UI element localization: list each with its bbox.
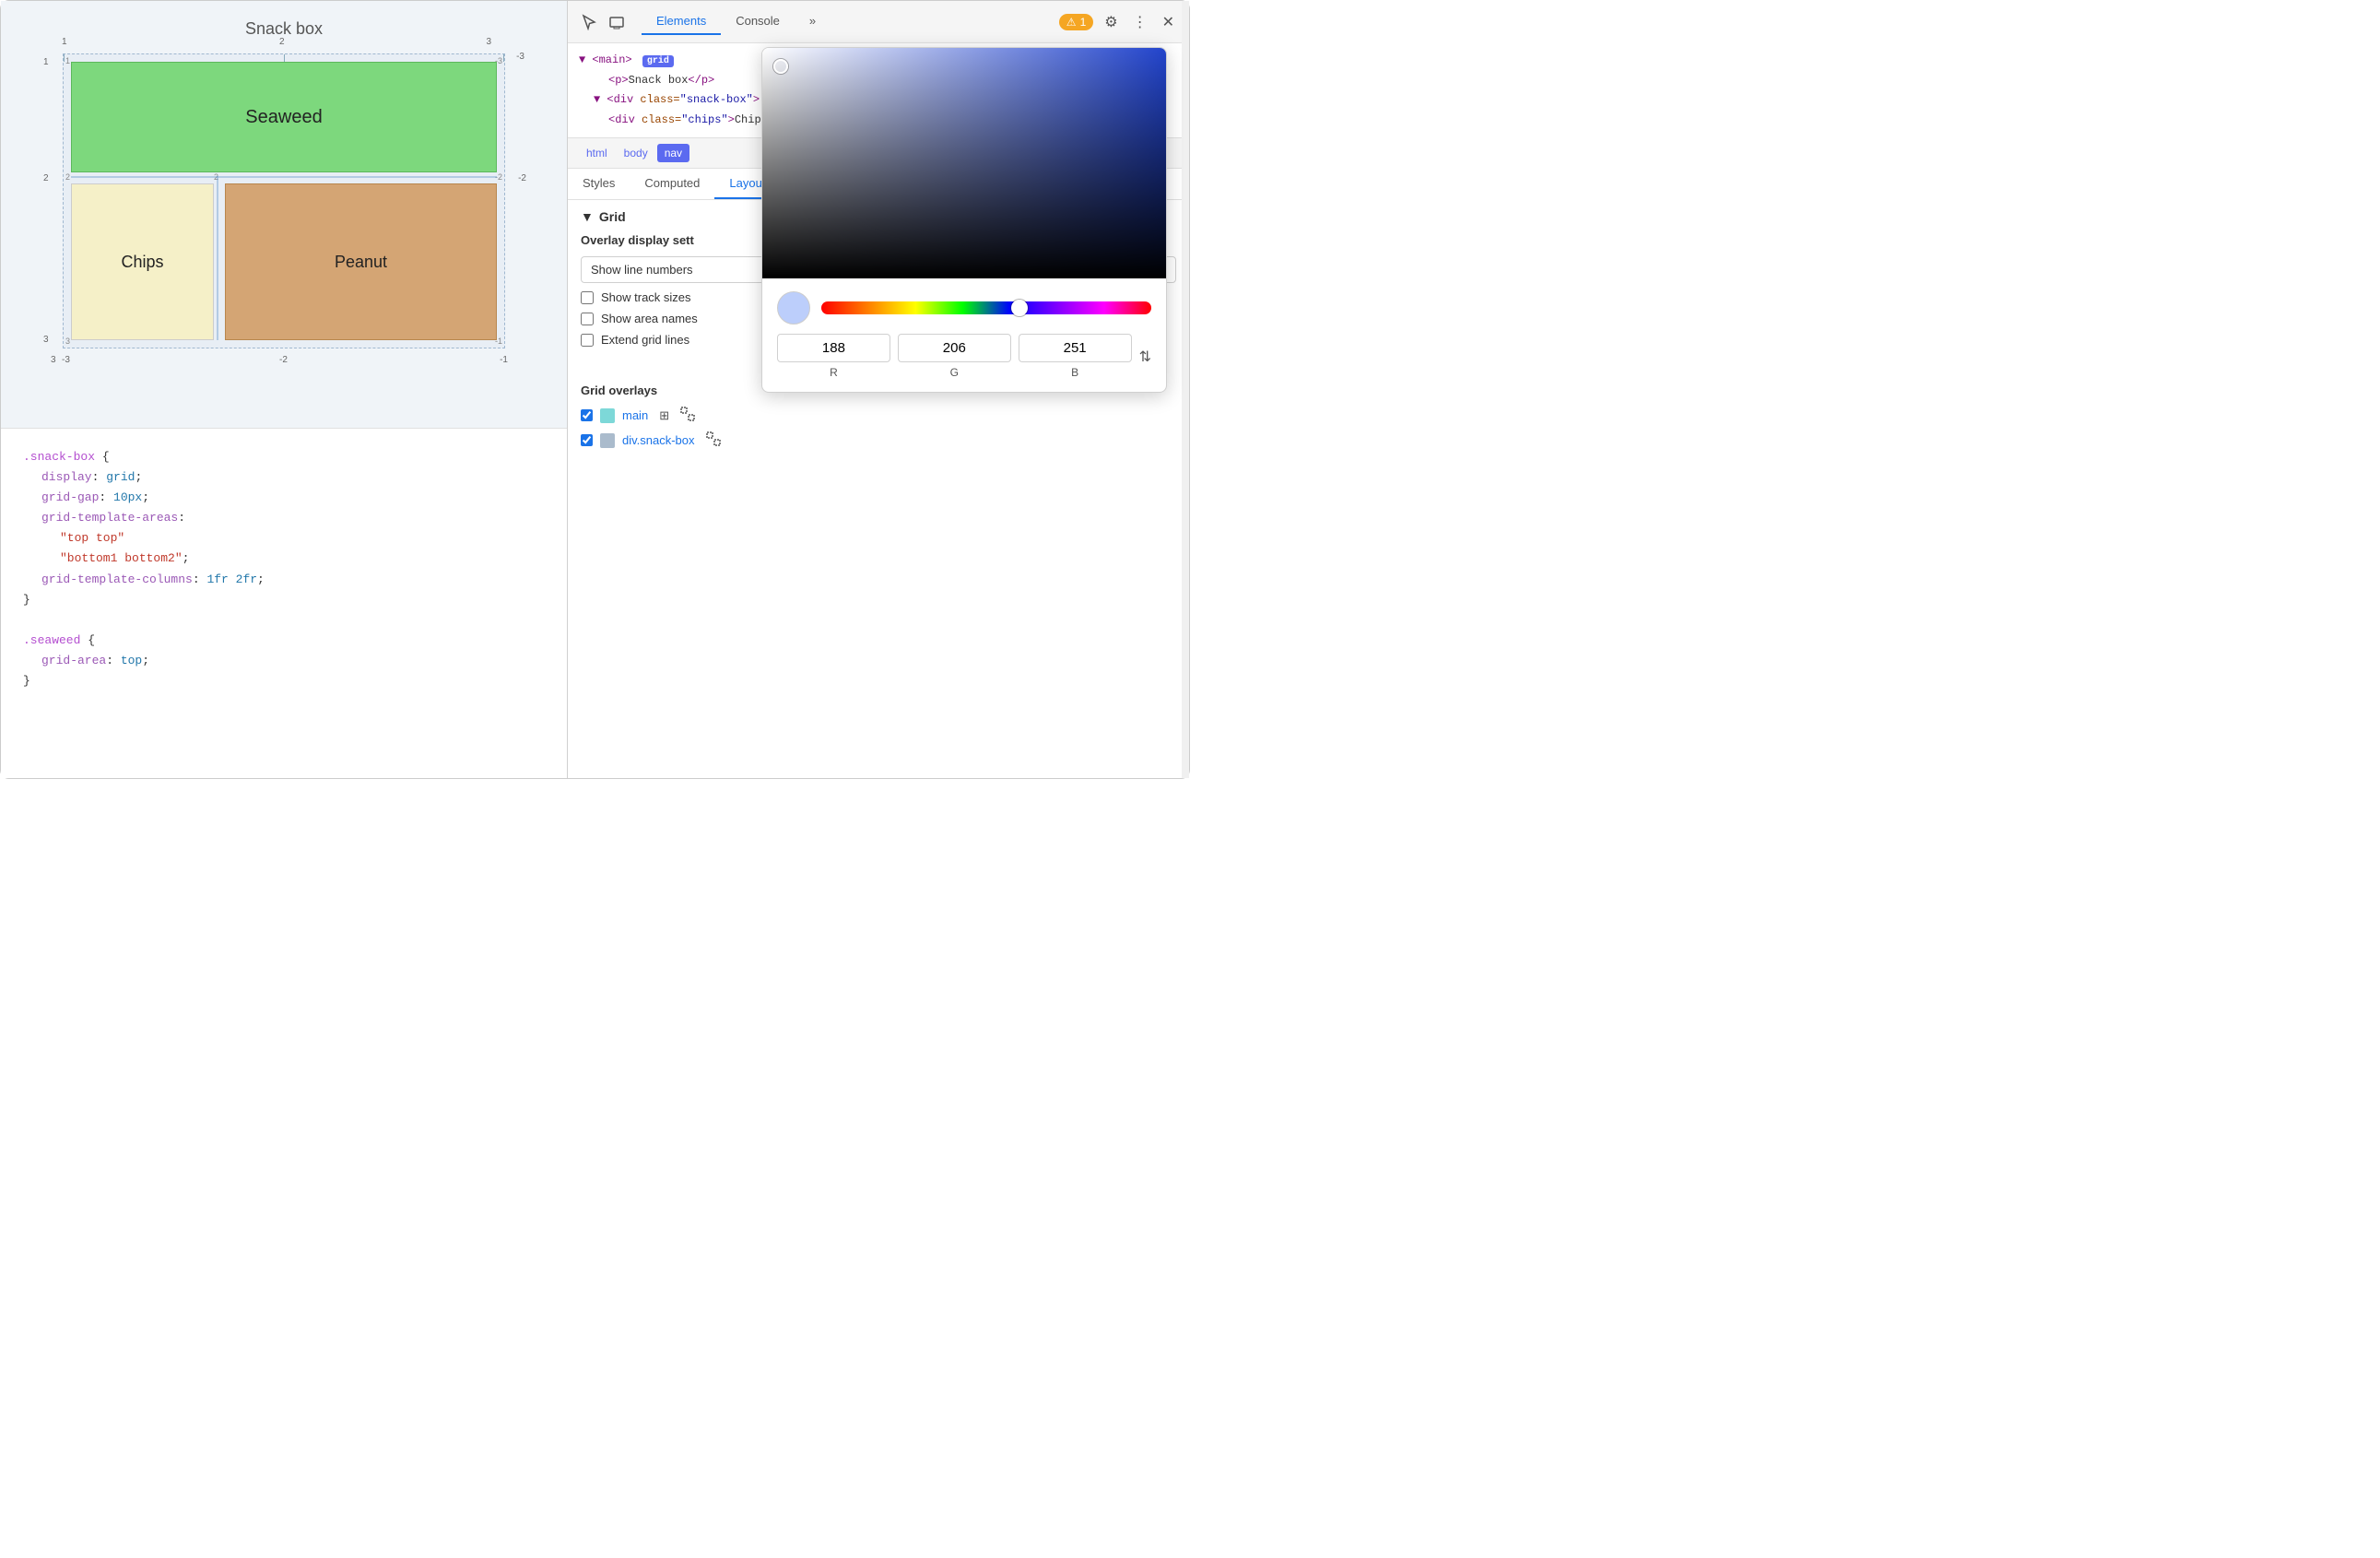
grid-visualizer: Snack box 1 2 3 -3 1 2 3 Seaweed <box>1 1 567 391</box>
device-icon[interactable] <box>607 12 627 32</box>
bottom-num-2: -2 <box>279 355 288 365</box>
hue-thumb[interactable] <box>1011 300 1028 316</box>
chips-cell: Chips <box>71 183 214 340</box>
g-input-group: G <box>898 334 1011 379</box>
left-panel: Snack box 1 2 3 -3 1 2 3 Seaweed <box>1 1 568 778</box>
grid-num-top-right: 3 <box>486 37 491 47</box>
g-input[interactable] <box>898 334 1011 362</box>
breadcrumb-body[interactable]: body <box>617 144 655 162</box>
color-swatch <box>777 291 810 325</box>
vertical-divider <box>217 176 218 340</box>
show-line-numbers-label: Show line numbers <box>591 263 693 277</box>
overlay-snackbox-checkbox[interactable] <box>581 434 593 446</box>
code-line-8: } <box>23 590 545 610</box>
tab-styles[interactable]: Styles <box>568 169 630 199</box>
g-label: G <box>950 366 959 379</box>
warning-badge[interactable]: ⚠ 1 <box>1059 14 1093 30</box>
color-picker[interactable]: R G B ⇅ <box>761 47 1167 393</box>
show-area-names-label: Show area names <box>601 312 698 325</box>
overlay-main-row: main ⊞ <box>581 407 1176 424</box>
main-select-icon[interactable] <box>680 407 695 424</box>
hue-slider[interactable] <box>821 301 1151 314</box>
peanut-cell: Peanut <box>225 183 497 340</box>
b-label: B <box>1071 366 1078 379</box>
grid-num-top-mid: 2 <box>279 37 285 47</box>
grid-num-left-2: 2 <box>43 173 49 183</box>
snackbox-select-icon[interactable] <box>706 431 721 449</box>
bottom-num-1: -3 <box>62 355 70 365</box>
breadcrumb-html[interactable]: html <box>579 144 615 162</box>
color-picker-bottom: R G B ⇅ <box>762 278 1166 392</box>
extend-grid-lines-checkbox[interactable] <box>581 334 594 347</box>
overlay-main-label: main <box>622 408 648 422</box>
snackbox-color-box <box>600 433 615 448</box>
tab-more[interactable]: » <box>795 8 831 35</box>
devtools-tabs: Elements Console » <box>642 8 831 35</box>
code-line-6: "bottom1 bottom2"; <box>23 549 545 569</box>
rgb-mode-selector[interactable]: ⇅ <box>1139 334 1151 379</box>
horizontal-divider <box>71 176 497 178</box>
code-line-10: grid-area: top; <box>23 651 545 671</box>
rgb-inputs: R G B ⇅ <box>777 334 1151 379</box>
code-line-1: .snack-box { <box>23 447 545 467</box>
inner-line-1-topleft: 1 <box>65 56 70 65</box>
show-track-sizes-checkbox[interactable] <box>581 291 594 304</box>
overlay-snackbox-row: div.snack-box <box>581 431 1176 449</box>
grid-title: Snack box <box>19 19 548 39</box>
code-panel: .snack-box { display: grid; grid-gap: 10… <box>1 428 567 778</box>
grid-num-left-3: 3 <box>43 335 49 345</box>
tab-computed[interactable]: Computed <box>630 169 714 199</box>
code-line-7: grid-template-columns: 1fr 2fr; <box>23 570 545 590</box>
settings-icon[interactable]: ⚙ <box>1101 9 1121 35</box>
r-input[interactable] <box>777 334 890 362</box>
grid-container: Seaweed Chips Peanut 2 -2 2 3 -1 -3 1 <box>63 53 505 348</box>
overlay-snackbox-label: div.snack-box <box>622 433 695 447</box>
bottom-num-3: -1 <box>500 355 508 365</box>
left-num-3: 3 <box>51 355 56 365</box>
grid-num-top-left: 1 <box>62 37 67 47</box>
code-line-11: } <box>23 671 545 691</box>
main-grid-icon[interactable]: ⊞ <box>659 408 669 423</box>
inner-line-neg3-top: -3 <box>495 56 502 65</box>
inner-line-2-left: 2 <box>65 172 70 182</box>
hue-row <box>777 291 1151 325</box>
tab-console[interactable]: Console <box>721 8 795 35</box>
r-label: R <box>830 366 838 379</box>
inner-line-neg1-bottom: -1 <box>495 336 502 346</box>
close-icon[interactable]: ✕ <box>1159 9 1178 35</box>
extend-grid-lines-label: Extend grid lines <box>601 333 689 347</box>
cursor-icon[interactable] <box>579 12 599 32</box>
code-line-2: display: grid; <box>23 467 545 488</box>
right-num-2: -2 <box>518 173 526 183</box>
scrollbar[interactable] <box>1182 1 1189 778</box>
color-picker-thumb[interactable] <box>773 59 788 74</box>
show-area-names-checkbox[interactable] <box>581 313 594 325</box>
tab-elements[interactable]: Elements <box>642 8 721 35</box>
breadcrumb-nav[interactable]: nav <box>657 144 689 162</box>
grid-num-left-1: 1 <box>43 57 49 67</box>
seaweed-cell: Seaweed <box>71 62 497 172</box>
devtools-header: Elements Console » ⚠ 1 ⚙ ⋮ ✕ <box>568 1 1189 43</box>
grid-num-right-top: -3 <box>516 52 524 62</box>
color-gradient[interactable] <box>762 48 1166 278</box>
code-line-5: "top top" <box>23 528 545 549</box>
b-input[interactable] <box>1019 334 1132 362</box>
code-line-4: grid-template-areas: <box>23 508 545 528</box>
b-input-group: B <box>1019 334 1132 379</box>
more-options-icon[interactable]: ⋮ <box>1129 9 1151 35</box>
code-line-blank <box>23 610 545 631</box>
r-input-group: R <box>777 334 890 379</box>
code-line-3: grid-gap: 10px; <box>23 488 545 508</box>
show-track-sizes-label: Show track sizes <box>601 290 691 304</box>
code-line-9: .seaweed { <box>23 631 545 651</box>
inner-line-3-bottom: 3 <box>65 336 70 346</box>
right-panel: Elements Console » ⚠ 1 ⚙ ⋮ ✕ ▼ <main> gr… <box>568 1 1189 778</box>
main-color-box <box>600 408 615 423</box>
overlay-main-checkbox[interactable] <box>581 409 593 421</box>
